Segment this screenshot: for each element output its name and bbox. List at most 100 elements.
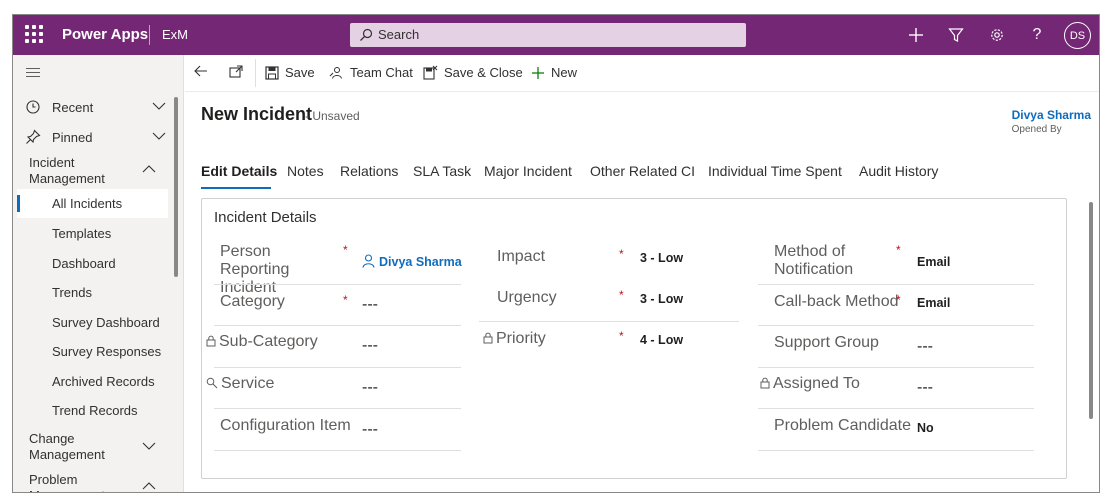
nav-item-survey-dashboard[interactable]: Survey Dashboard — [52, 315, 160, 330]
field-divider — [758, 367, 1034, 368]
tab-audit-history[interactable]: Audit History — [859, 163, 938, 179]
urgency-label: Urgency — [497, 289, 557, 306]
search-icon — [360, 28, 373, 41]
tab-edit-details[interactable]: Edit Details — [201, 163, 277, 179]
priority-field[interactable]: 4 - Low — [640, 333, 683, 347]
save-status: - Unsaved — [305, 109, 360, 123]
tab-relations[interactable]: Relations — [340, 163, 398, 179]
problem-candidate-label: Problem Candidate — [774, 417, 911, 434]
new-button[interactable]: New — [531, 65, 577, 80]
tab-sla-task[interactable]: SLA Task — [413, 163, 471, 179]
app-launcher-icon[interactable] — [25, 25, 43, 43]
app-title[interactable]: Power Apps — [62, 26, 148, 43]
command-separator — [255, 59, 256, 87]
field-divider — [214, 284, 461, 285]
support-group-field[interactable]: --- — [917, 338, 933, 356]
save-icon — [265, 65, 279, 80]
required-marker: * — [619, 288, 624, 302]
method-of-notification-field[interactable]: Email — [917, 255, 950, 269]
form-content: New Incident - Unsaved Divya Sharma Open… — [185, 92, 1099, 492]
priority-label: Priority — [496, 330, 546, 347]
nav-recent-label: Recent — [52, 100, 94, 115]
nav-item-dashboard[interactable]: Dashboard — [52, 256, 116, 271]
assigned-to-field[interactable]: --- — [917, 379, 933, 397]
open-in-new-window-button[interactable] — [229, 65, 243, 78]
person-reporting-label: Person Reporting Incident — [220, 243, 290, 296]
open-new-window-icon — [229, 65, 243, 78]
required-marker: * — [896, 293, 901, 307]
nav-group-change-management[interactable]: Change Management — [29, 431, 129, 463]
user-avatar[interactable]: DS — [1064, 22, 1091, 49]
person-reporting-lookup[interactable]: Divya Sharma — [362, 254, 462, 269]
tab-individual-time-spent[interactable]: Individual Time Spent — [708, 163, 842, 179]
new-label: New — [551, 65, 578, 80]
tab-major-incident[interactable]: Major Incident — [484, 163, 572, 179]
nav-recent[interactable]: Recent — [13, 99, 174, 119]
priority-label-wrap: Priority — [483, 330, 546, 348]
hamburger-menu-icon[interactable] — [26, 68, 40, 80]
service-label: Service — [221, 375, 275, 392]
call-back-method-field[interactable]: Email — [917, 296, 950, 310]
back-button[interactable] — [194, 65, 208, 77]
chevron-down-icon — [152, 102, 166, 110]
header-owner: Divya Sharma Opened By — [1012, 108, 1091, 135]
app-window: Power Apps ExM Search ? DS Recent Pinned — [12, 14, 1100, 493]
impact-label: Impact — [497, 248, 546, 265]
team-chat-icon — [329, 66, 342, 79]
chevron-up-icon[interactable] — [142, 164, 156, 174]
chevron-down-icon[interactable] — [142, 441, 156, 451]
category-field[interactable]: --- — [362, 296, 378, 314]
owner-name-link[interactable]: Divya Sharma — [1012, 108, 1091, 122]
nav-item-templates[interactable]: Templates — [52, 226, 111, 241]
pin-icon — [26, 129, 41, 144]
call-back-method-label: Call-back Method — [774, 293, 899, 310]
nav-item-survey-responses[interactable]: Survey Responses — [52, 344, 161, 359]
configuration-item-label: Configuration Item — [220, 417, 351, 434]
problem-candidate-field[interactable]: No — [917, 421, 934, 435]
save-and-close-button[interactable]: Save & Close — [423, 65, 523, 80]
active-tab-underline — [201, 187, 271, 189]
field-divider — [758, 408, 1034, 409]
content-scrollbar[interactable] — [1089, 202, 1093, 419]
field-divider — [214, 367, 461, 368]
sidebar: Recent Pinned Incident Management All In… — [13, 55, 184, 492]
add-icon[interactable] — [905, 24, 927, 46]
nav-item-trend-records[interactable]: Trend Records — [52, 403, 138, 418]
search-placeholder: Search — [378, 27, 420, 42]
filter-icon[interactable] — [945, 24, 967, 46]
subcategory-field[interactable]: --- — [362, 337, 378, 355]
title-separator — [149, 25, 150, 45]
support-group-label: Support Group — [774, 334, 879, 351]
environment-name[interactable]: ExM — [162, 27, 188, 42]
search-box[interactable]: Search — [350, 23, 746, 47]
team-chat-label: Team Chat — [350, 65, 413, 80]
nav-group-problem-management[interactable]: Problem Management — [29, 472, 129, 492]
search-field-icon — [206, 377, 218, 389]
back-arrow-icon — [194, 65, 207, 77]
field-divider — [214, 325, 461, 326]
urgency-field[interactable]: 3 - Low — [640, 292, 683, 306]
service-field[interactable]: --- — [362, 379, 378, 397]
chevron-up-icon[interactable] — [142, 481, 156, 491]
team-chat-button[interactable]: Team Chat — [328, 65, 413, 80]
impact-field[interactable]: 3 - Low — [640, 251, 683, 265]
nav-item-all-incidents[interactable]: All Incidents — [52, 196, 122, 211]
settings-gear-icon[interactable] — [986, 24, 1008, 46]
nav-group-incident-management[interactable]: Incident Management — [29, 155, 129, 187]
required-marker: * — [343, 243, 348, 257]
tab-notes[interactable]: Notes — [287, 163, 324, 179]
nav-item-archived-records[interactable]: Archived Records — [52, 374, 155, 389]
tab-other-related-ci[interactable]: Other Related CI — [590, 163, 695, 179]
configuration-item-field[interactable]: --- — [362, 421, 378, 439]
nav-pinned[interactable]: Pinned — [13, 129, 174, 149]
plus-icon — [532, 66, 544, 79]
sidebar-scrollbar[interactable] — [174, 97, 178, 277]
field-divider — [758, 450, 1034, 451]
assigned-to-label: Assigned To — [773, 375, 860, 392]
section-title: Incident Details — [214, 209, 317, 226]
person-reporting-value: Divya Sharma — [379, 255, 462, 269]
save-button[interactable]: Save — [265, 65, 315, 80]
help-icon[interactable]: ? — [1026, 24, 1048, 46]
nav-item-trends[interactable]: Trends — [52, 285, 92, 300]
owner-role-label: Opened By — [1011, 124, 1062, 135]
